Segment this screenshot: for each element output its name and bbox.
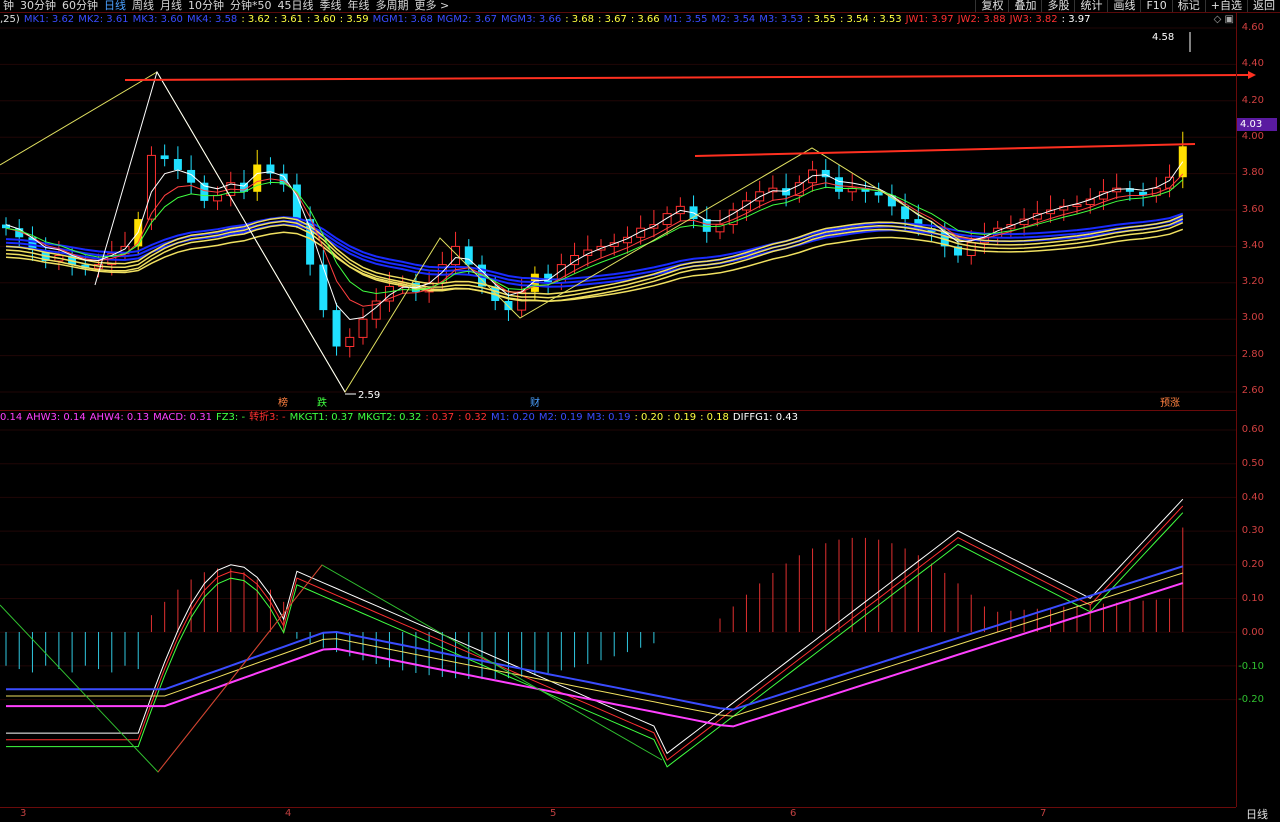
date-tick: 7: [1040, 808, 1047, 819]
legend-item: AHW3: 0.14: [26, 412, 86, 423]
price-tick: 3.40: [1241, 239, 1264, 251]
resistance-line: [694, 143, 1196, 157]
candle-body: [253, 164, 262, 192]
low-label: 2.59: [358, 390, 380, 401]
legend-item: M3: 0.19: [586, 412, 631, 423]
date-axis: 3 4 5 6 7: [0, 807, 1236, 820]
legend-item: : 0.37: [425, 412, 455, 423]
dea-line: [6, 572, 1183, 717]
legend-item: 转折3: -: [249, 412, 286, 423]
dif-line: [6, 498, 1184, 755]
price-tick: 4.60: [1241, 22, 1264, 33]
indicator-tick: 0.30: [1241, 525, 1264, 537]
legend-item: MKGT2: 0.32: [357, 412, 422, 423]
price-tick: 3.60: [1241, 203, 1264, 215]
date-tick: 3: [20, 808, 27, 819]
signal-marker: 榜: [278, 396, 288, 409]
candle-body: [160, 155, 169, 160]
ma-line: [5, 218, 1184, 299]
current-price-badge: 4.03: [1237, 118, 1277, 131]
legend-item: M2: 0.19: [538, 412, 583, 423]
dif-line: [6, 505, 1184, 761]
resistance-line: [124, 74, 1249, 81]
legend-item: AHW4: 0.13: [89, 412, 150, 423]
indicator-tick: 0.10: [1241, 593, 1264, 604]
candle-body: [358, 318, 368, 338]
legend-item: 0.14: [0, 412, 23, 423]
price-tick: 3.20: [1241, 276, 1264, 288]
signal-marker: 预涨: [1160, 397, 1180, 409]
date-tick: 4: [285, 808, 292, 819]
price-tick: 2.80: [1241, 348, 1264, 360]
dea-line: [6, 582, 1184, 728]
price-tick: 4.20: [1241, 94, 1264, 106]
period-label[interactable]: 日线: [1246, 806, 1268, 822]
indicator-legend: 0.14 AHW3: 0.14 AHW4: 0.13 MACD: 0.31 FZ3: -…: [0, 412, 802, 424]
trend-line: [0, 564, 663, 773]
legend-item: : 0.20: [634, 412, 664, 423]
candle-body: [451, 245, 461, 266]
dea-line: [6, 565, 1184, 711]
indicator-tick: -0.20: [1238, 694, 1264, 706]
legend-item: MACD: 0.31: [153, 412, 212, 423]
legend-item: : 0.19: [667, 412, 697, 423]
candle-body: [332, 310, 341, 347]
candle-body: [662, 213, 672, 226]
ma-line: [5, 173, 1184, 307]
indicator-tick: 0.60: [1241, 424, 1264, 435]
candle-body: [874, 191, 883, 196]
axis-line: [1236, 12, 1237, 807]
signal-marker: 财: [530, 396, 540, 409]
pane-divider[interactable]: [0, 410, 1236, 411]
price-tick: 4.40: [1241, 58, 1264, 70]
price-tick: 3.00: [1241, 312, 1264, 324]
candle-body: [345, 336, 355, 347]
price-tick: 3.80: [1241, 167, 1264, 179]
high-label: 4.58: [1152, 32, 1174, 43]
legend-item: M1: 0.20: [491, 412, 535, 423]
legend-item: DIFFG1: 0.43: [732, 412, 798, 423]
legend-item: FZ3: -: [215, 412, 246, 423]
signal-marker: 跌: [317, 396, 327, 409]
candle-body: [1165, 176, 1175, 189]
candle-body: [213, 194, 223, 202]
candle-body: [173, 159, 182, 170]
legend-item: : 0.18: [700, 412, 729, 423]
legend-item: MKGT1: 0.37: [289, 412, 354, 423]
indicator-tick: -0.10: [1238, 660, 1264, 672]
price-tick: 2.60: [1241, 385, 1264, 396]
candle-body: [782, 188, 791, 196]
indicator-tick: 0.20: [1241, 559, 1264, 571]
legend-item: : 0.32: [458, 412, 487, 423]
candle-body: [319, 264, 328, 311]
arrow-head: [1248, 71, 1256, 79]
candle-body: [901, 206, 910, 220]
trend-line: [157, 564, 323, 773]
date-tick: 5: [550, 808, 557, 819]
indicator-tick: 0.40: [1241, 491, 1264, 503]
indicator-tick: 0.00: [1241, 626, 1264, 638]
indicator-tick: 0.50: [1241, 457, 1264, 469]
price-tick: 4.00: [1241, 130, 1264, 142]
date-tick: 6: [790, 808, 797, 819]
